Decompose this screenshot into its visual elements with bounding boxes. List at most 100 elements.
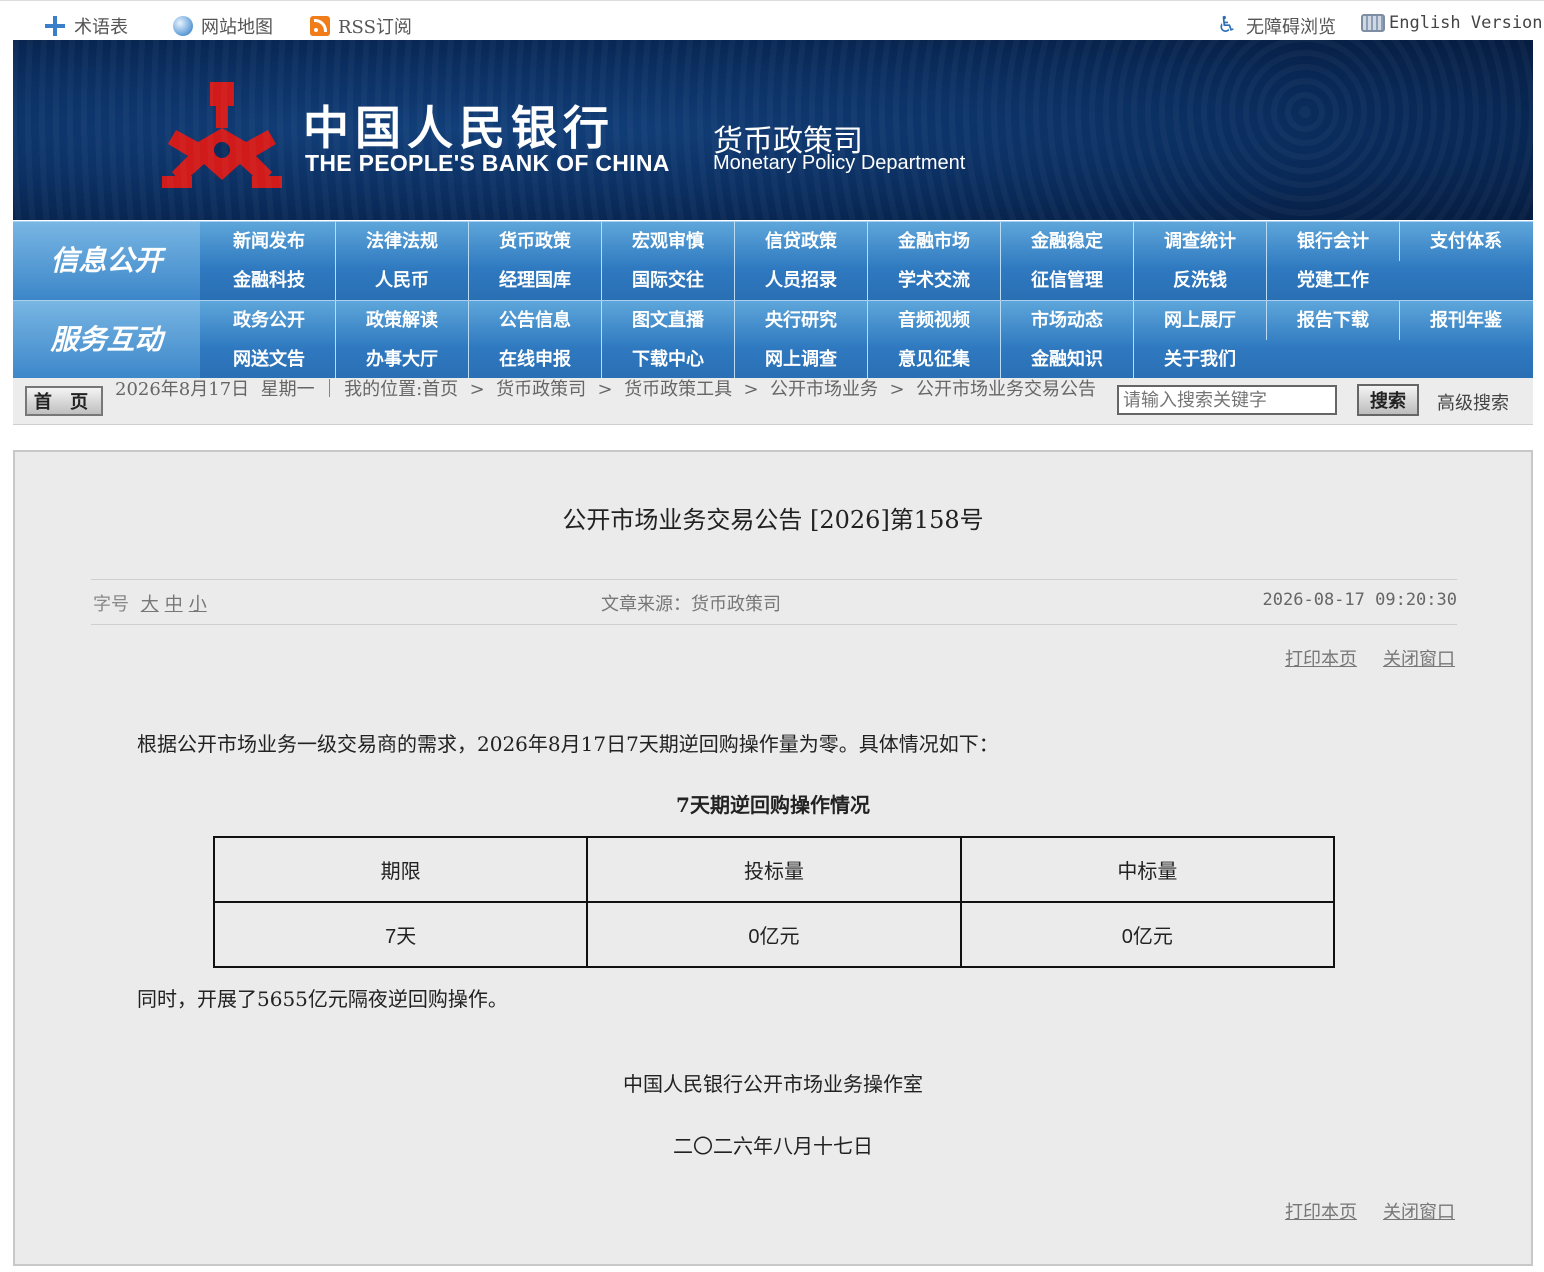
table-cell: 0亿元 (586, 901, 962, 968)
breadcrumb-path[interactable]: 我的位置:首页 > 货币政策司 > 货币政策工具 > 公开市场业务 > 公开市场… (344, 379, 1096, 400)
nav-item[interactable]: 下载中心 (602, 340, 735, 379)
search-input[interactable] (1117, 385, 1337, 415)
print-links-top: 打印本页 关闭窗口 (1259, 645, 1455, 671)
close-window-link[interactable]: 关闭窗口 (1383, 1202, 1455, 1223)
article-panel: 公开市场业务交易公告 [2026]第158号 字号 大中小 文章来源：货币政策司… (13, 450, 1533, 1266)
article-meta: 字号 大中小 文章来源：货币政策司 2026-08-17 09:20:30 (91, 579, 1457, 625)
advanced-search-link[interactable]: 高级搜索 (1437, 389, 1509, 415)
bank-name-cn: 中国人民银行 (303, 101, 615, 155)
table-cell: 0亿元 (959, 901, 1336, 968)
signature-date: 二〇二六年八月十七日 (673, 1134, 873, 1158)
search-button[interactable]: 搜索 (1357, 384, 1419, 416)
nav-item[interactable]: 央行研究 (735, 301, 868, 340)
nav-item[interactable]: 市场动态 (1001, 301, 1134, 340)
table-header-row: 期限 投标量 中标量 (212, 836, 1336, 903)
font-size-control: 字号 大中小 (93, 590, 207, 616)
nav-item[interactable]: 学术交流 (868, 261, 1001, 300)
nav-item[interactable]: 公告信息 (469, 301, 602, 340)
nav-service-label: 服务互动 (13, 301, 200, 379)
nav-service-row1: 政务公开 政策解读 公告信息 图文直播 央行研究 音频视频 市场动态 网上展厅 … (203, 301, 1532, 340)
rss-icon (310, 16, 330, 36)
nav-item[interactable]: 在线申报 (469, 340, 602, 379)
nav-item[interactable]: 关于我们 (1134, 340, 1266, 379)
glossary-link[interactable]: 术语表 (44, 13, 128, 39)
english-label: English Version (1389, 13, 1543, 33)
keyboard-icon (1361, 14, 1385, 32)
pboc-logo-icon (162, 82, 282, 188)
article-source: 文章来源：货币政策司 (601, 594, 781, 615)
article-paragraph-2: 同时，开展了5655亿元隔夜逆回购操作。 (137, 987, 508, 1011)
table-header: 中标量 (959, 836, 1336, 903)
nav-item[interactable]: 征信管理 (1001, 261, 1134, 300)
operations-table: 期限 投标量 中标量 7天 0亿元 0亿元 (212, 836, 1336, 968)
table-header: 投标量 (586, 836, 962, 903)
nav-item[interactable]: 网上展厅 (1134, 301, 1267, 340)
nav-item[interactable]: 办事大厅 (336, 340, 469, 379)
nav-item[interactable]: 金融稳定 (1001, 222, 1134, 261)
nav-item[interactable]: 报告下载 (1267, 301, 1400, 340)
nav-item[interactable]: 人员招录 (735, 261, 868, 300)
nav-item[interactable]: 金融市场 (868, 222, 1001, 261)
glossary-icon (44, 15, 66, 37)
dept-name-en: Monetary Policy Department (713, 152, 966, 174)
globe-icon (173, 16, 193, 36)
rss-label: RSS订阅 (338, 17, 412, 38)
nav-item[interactable]: 调查统计 (1134, 222, 1267, 261)
nav-item[interactable]: 人民币 (336, 261, 469, 300)
nav-item[interactable]: 反洗钱 (1134, 261, 1267, 300)
nav-item[interactable]: 法律法规 (336, 222, 469, 261)
breadcrumb: 2026年8月17日 星期一 ｜ 我的位置:首页 > 货币政策司 > 货币政策工… (115, 378, 1115, 401)
nav-info-row1: 新闻发布 法律法规 货币政策 宏观审慎 信贷政策 金融市场 金融稳定 调查统计 … (203, 222, 1532, 261)
font-size-label: 字号 (93, 594, 129, 615)
nav-item[interactable]: 支付体系 (1400, 222, 1532, 261)
nav-service-row2: 网送文告 办事大厅 在线申报 下载中心 网上调查 意见征集 金融知识 关于我们 (203, 340, 1266, 379)
print-links-bottom: 打印本页 关闭窗口 (1259, 1198, 1455, 1224)
english-version-link[interactable]: English Version (1361, 13, 1543, 33)
home-button[interactable]: 首 页 (25, 386, 103, 416)
nav-item[interactable]: 意见征集 (868, 340, 1001, 379)
glossary-label: 术语表 (74, 17, 128, 38)
nav-item[interactable]: 银行会计 (1267, 222, 1400, 261)
nav-item[interactable]: 网上调查 (735, 340, 868, 379)
nav-item[interactable]: 金融知识 (1001, 340, 1134, 379)
nav-item[interactable]: 货币政策 (469, 222, 602, 261)
sitemap-label: 网站地图 (201, 17, 273, 38)
accessibility-icon: ♿ (1217, 13, 1237, 38)
nav-item[interactable]: 党建工作 (1267, 261, 1399, 300)
nav-service-interaction: 服务互动 政务公开 政策解读 公告信息 图文直播 央行研究 音频视频 市场动态 … (13, 300, 1533, 379)
nav-item[interactable]: 政策解读 (336, 301, 469, 340)
article-title: 公开市场业务交易公告 [2026]第158号 (562, 506, 984, 534)
nav-item[interactable]: 国际交往 (602, 261, 735, 300)
nav-item[interactable]: 经理国库 (469, 261, 602, 300)
nav-item[interactable]: 报刊年鉴 (1400, 301, 1532, 340)
nav-info-disclosure: 信息公开 新闻发布 法律法规 货币政策 宏观审慎 信贷政策 金融市场 金融稳定 … (13, 221, 1533, 300)
signature-org: 中国人民银行公开市场业务操作室 (623, 1072, 923, 1096)
table-header: 期限 (212, 836, 589, 903)
close-window-link[interactable]: 关闭窗口 (1383, 649, 1455, 670)
crumb-separator: ｜ (320, 379, 345, 400)
font-small-link[interactable]: 小 (189, 594, 207, 615)
print-page-link[interactable]: 打印本页 (1285, 1202, 1357, 1223)
sitemap-link[interactable]: 网站地图 (173, 13, 273, 39)
nav-info-label: 信息公开 (13, 222, 200, 300)
nav-item[interactable]: 新闻发布 (203, 222, 336, 261)
current-date: 2026年8月17日 星期一 (115, 379, 315, 400)
font-mid-link[interactable]: 中 (165, 594, 183, 615)
dept-name-cn: 货币政策司 (713, 124, 863, 159)
nav-item[interactable]: 信贷政策 (735, 222, 868, 261)
font-large-link[interactable]: 大 (141, 594, 159, 615)
publish-time: 2026-08-17 09:20:30 (1262, 590, 1457, 610)
article-paragraph-1: 根据公开市场业务一级交易商的需求，2026年8月17日7天期逆回购操作量为零。具… (137, 732, 999, 756)
site-banner: 中国人民银行 THE PEOPLE'S BANK OF CHINA 货币政策司 … (13, 40, 1533, 220)
breadcrumb-bar: 首 页 2026年8月17日 星期一 ｜ 我的位置:首页 > 货币政策司 > 货… (13, 378, 1533, 425)
nav-info-row2: 金融科技 人民币 经理国库 国际交往 人员招录 学术交流 征信管理 反洗钱 党建… (203, 261, 1399, 300)
nav-item[interactable]: 图文直播 (602, 301, 735, 340)
nav-item[interactable]: 政务公开 (203, 301, 336, 340)
print-page-link[interactable]: 打印本页 (1285, 649, 1357, 670)
nav-item[interactable]: 网送文告 (203, 340, 336, 379)
rss-link[interactable]: RSS订阅 (310, 13, 412, 39)
nav-item[interactable]: 金融科技 (203, 261, 336, 300)
nav-item[interactable]: 音频视频 (868, 301, 1001, 340)
nav-item[interactable]: 宏观审慎 (602, 222, 735, 261)
accessible-browse-link[interactable]: ♿ 无障碍浏览 (1216, 13, 1336, 39)
